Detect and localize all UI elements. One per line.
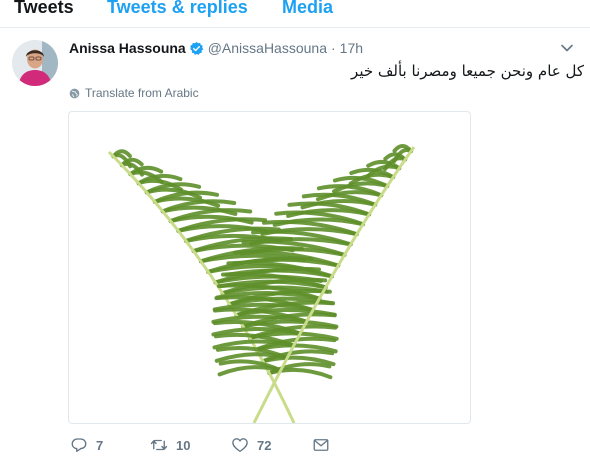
tweet-header: Anissa Hassouna @AnissaHassouna · 17h: [69, 40, 363, 56]
reply-count: 7: [96, 437, 104, 453]
like-button[interactable]: 72: [231, 436, 271, 454]
tab-media[interactable]: Media: [282, 0, 333, 18]
translate-link[interactable]: Translate from Arabic: [69, 86, 199, 100]
profile-tabs: Tweets Tweets & replies Media: [0, 0, 590, 28]
avatar-portrait-icon: [12, 40, 58, 86]
tabs-divider: [0, 27, 590, 28]
tweet-text: كل عام ونحن جميعا ومصرنا بألف خير: [351, 62, 584, 80]
retweet-icon: [150, 439, 168, 451]
palm-leaves-image: [107, 144, 416, 423]
tab-tweets[interactable]: Tweets: [14, 0, 74, 18]
author-name[interactable]: Anissa Hassouna: [69, 40, 186, 56]
header-separator: ·: [331, 40, 336, 56]
palm-stem: [252, 146, 416, 423]
globe-icon: [69, 88, 80, 99]
verified-badge-icon: [189, 41, 204, 56]
tab-tweets-and-replies[interactable]: Tweets & replies: [107, 0, 248, 18]
reply-button[interactable]: 7: [70, 436, 103, 454]
retweet-button[interactable]: 10: [150, 436, 190, 454]
direct-message-button[interactable]: [312, 436, 338, 454]
reply-icon: [71, 438, 87, 452]
envelope-icon: [313, 439, 329, 451]
retweet-count: 10: [176, 437, 191, 453]
tweet-actions: 7 10 72: [70, 436, 370, 456]
author-handle[interactable]: @AnissaHassouna: [208, 40, 327, 56]
avatar[interactable]: [12, 40, 58, 86]
like-count: 72: [257, 437, 272, 453]
chevron-down-icon[interactable]: [560, 41, 574, 55]
heart-icon: [232, 438, 248, 453]
tweet-timestamp[interactable]: 17h: [340, 40, 363, 56]
tweet-media-image[interactable]: [68, 111, 471, 424]
translate-label: Translate from Arabic: [85, 86, 199, 100]
